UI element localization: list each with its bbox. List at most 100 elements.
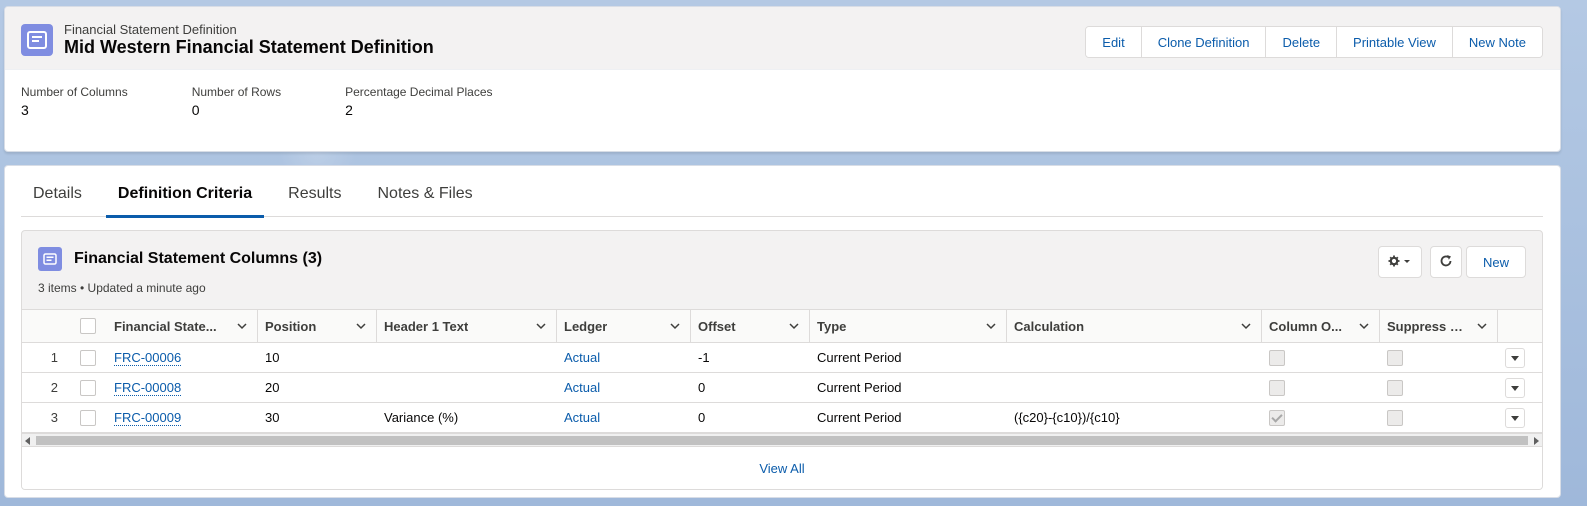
related-list-tools: New — [1370, 246, 1526, 278]
cell-calculation: ({c20}-{c10})/{c10} — [1006, 402, 1261, 433]
cell-suppress-p — [1379, 372, 1497, 403]
clone-definition-button[interactable]: Clone Definition — [1140, 27, 1266, 57]
row-number: 3 — [22, 402, 72, 433]
ledger-link[interactable]: Actual — [564, 380, 600, 395]
record-title: Mid Western Financial Statement Definiti… — [64, 37, 434, 57]
field-number-of-columns: Number of Columns 3 — [21, 85, 128, 118]
column-o-checkbox — [1269, 379, 1285, 396]
new-note-button[interactable]: New Note — [1451, 27, 1542, 57]
record-link[interactable]: FRC-00009 — [114, 410, 182, 426]
column-header-offset[interactable]: Offset — [690, 309, 809, 343]
view-all-link[interactable]: View All — [759, 461, 804, 476]
cell-position: 30 — [257, 402, 376, 433]
cell-row-action — [1497, 402, 1542, 433]
chevron-down-icon[interactable] — [1241, 321, 1251, 331]
row-select-cell — [72, 402, 106, 433]
cell-ledger: Actual — [556, 372, 690, 403]
tab-definition-criteria[interactable]: Definition Criteria — [105, 166, 265, 218]
field-value: 2 — [345, 102, 353, 118]
select-all-checkbox[interactable] — [80, 318, 96, 335]
scroll-left-arrow-icon[interactable] — [25, 437, 30, 445]
chevron-down-icon[interactable] — [1359, 321, 1369, 331]
table-row: 2 FRC-00008 20 Actual 0 Current Period — [22, 372, 1542, 403]
select-all-header — [72, 309, 106, 343]
field-label: Number of Columns — [21, 85, 128, 99]
column-header-type[interactable]: Type — [809, 309, 1006, 343]
record-highlights-panel: Financial Statement Definition Mid Weste… — [4, 6, 1561, 152]
related-list-title[interactable]: Financial Statement Columns (3) — [74, 250, 322, 268]
scroll-right-arrow-icon[interactable] — [1534, 437, 1539, 445]
record-card-icon — [38, 247, 62, 271]
row-checkbox[interactable] — [80, 349, 96, 366]
cell-calculation — [1006, 342, 1261, 373]
field-number-of-rows: Number of Rows 0 — [192, 85, 281, 118]
chevron-down-icon[interactable] — [670, 321, 680, 331]
table-row: 1 FRC-00006 10 Actual -1 Current Period — [22, 342, 1542, 373]
record-card-icon — [21, 24, 53, 56]
tab-results[interactable]: Results — [276, 166, 353, 217]
cell-offset: 0 — [690, 372, 809, 403]
cell-type: Current Period — [809, 402, 1006, 433]
column-header-suppress-p[interactable]: Suppress P... — [1379, 309, 1497, 343]
ledger-link[interactable]: Actual — [564, 410, 600, 425]
column-o-checkbox — [1269, 409, 1285, 426]
scrollbar-thumb[interactable] — [36, 436, 1528, 445]
chevron-down-icon[interactable] — [237, 321, 247, 331]
row-checkbox[interactable] — [80, 409, 96, 426]
column-header-header-1-text[interactable]: Header 1 Text — [376, 309, 556, 343]
cell-type: Current Period — [809, 342, 1006, 373]
row-checkbox[interactable] — [80, 379, 96, 396]
cell-name: FRC-00009 — [106, 402, 257, 433]
column-header-column-o[interactable]: Column O... — [1261, 309, 1379, 343]
column-header-ledger[interactable]: Ledger — [556, 309, 690, 343]
column-o-checkbox — [1269, 349, 1285, 366]
record-header: Financial Statement Definition Mid Weste… — [5, 7, 1560, 70]
record-link[interactable]: FRC-00006 — [114, 350, 182, 366]
cell-calculation — [1006, 372, 1261, 403]
row-number: 1 — [22, 342, 72, 373]
record-link[interactable]: FRC-00008 — [114, 380, 182, 396]
field-percentage-decimal-places: Percentage Decimal Places 2 — [345, 85, 492, 118]
tab-notes-files[interactable]: Notes & Files — [366, 166, 485, 217]
cell-name: FRC-00006 — [106, 342, 257, 373]
cell-header1 — [376, 372, 556, 403]
column-header-calculation[interactable]: Calculation — [1006, 309, 1261, 343]
cell-offset: -1 — [690, 342, 809, 373]
cell-header1: Variance (%) — [376, 402, 556, 433]
cell-column-o — [1261, 372, 1379, 403]
chevron-down-icon[interactable] — [789, 321, 799, 331]
chevron-down-icon[interactable] — [536, 321, 546, 331]
suppress-p-checkbox — [1387, 379, 1403, 396]
related-list-subtitle: 3 items • Updated a minute ago — [38, 281, 206, 295]
cell-row-action — [1497, 342, 1542, 373]
chevron-down-icon[interactable] — [356, 321, 366, 331]
edit-button[interactable]: Edit — [1086, 27, 1141, 57]
row-action-menu-button[interactable] — [1505, 377, 1525, 398]
tab-details[interactable]: Details — [21, 166, 94, 217]
highlight-fields: Number of Columns 3 Number of Rows 0 Per… — [21, 85, 557, 118]
field-label: Number of Rows — [191, 85, 282, 99]
new-button[interactable]: New — [1466, 246, 1526, 278]
column-header-position[interactable]: Position — [257, 309, 376, 343]
row-actions-header — [1497, 309, 1542, 343]
delete-button[interactable]: Delete — [1265, 27, 1337, 57]
cell-column-o — [1261, 402, 1379, 433]
horizontal-scrollbar[interactable] — [22, 433, 1542, 446]
row-action-menu-button[interactable] — [1505, 347, 1525, 368]
table-row: 3 FRC-00009 30 Variance (%) Actual 0 Cur… — [22, 402, 1542, 433]
column-header-financial-statement[interactable]: Financial State... — [106, 309, 257, 343]
row-action-menu-button[interactable] — [1505, 407, 1525, 428]
cell-ledger: Actual — [556, 402, 690, 433]
field-label: Percentage Decimal Places — [345, 85, 493, 99]
chevron-down-icon[interactable] — [1477, 321, 1487, 331]
row-number-header — [22, 309, 72, 343]
printable-view-button[interactable]: Printable View — [1336, 27, 1452, 57]
cell-offset: 0 — [690, 402, 809, 433]
ledger-link[interactable]: Actual — [564, 350, 600, 365]
settings-menu-button[interactable] — [1378, 246, 1422, 278]
chevron-down-icon[interactable] — [986, 321, 996, 331]
field-value: 0 — [191, 102, 200, 118]
refresh-button[interactable] — [1430, 246, 1462, 278]
row-number: 2 — [22, 372, 72, 403]
row-select-cell — [72, 372, 106, 403]
